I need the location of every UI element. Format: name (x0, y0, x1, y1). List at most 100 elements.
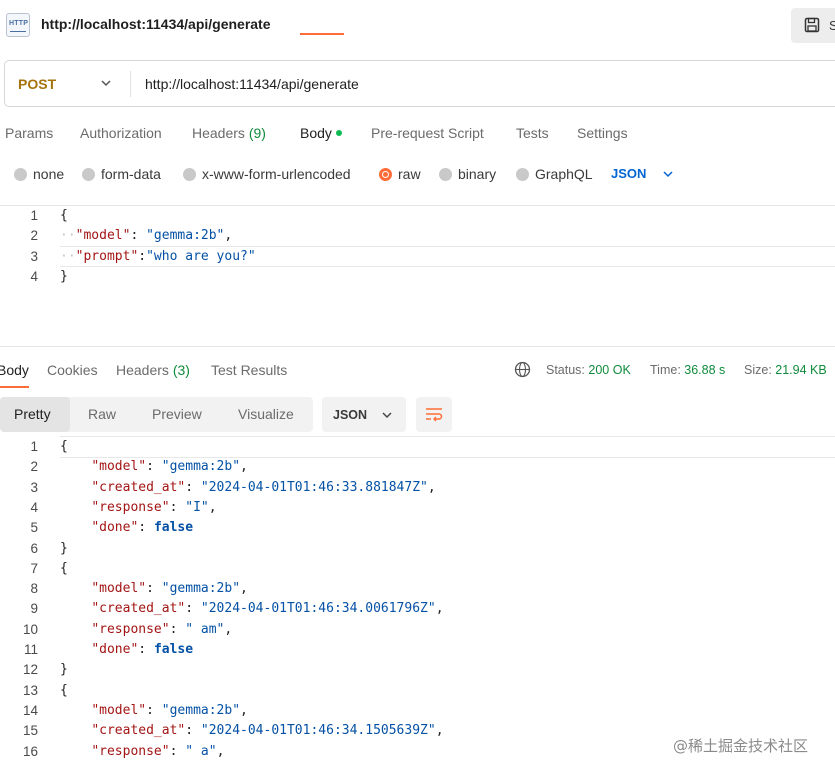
response-tab-test-results[interactable]: Test Results (211, 362, 287, 378)
http-icon-text: HTTP (9, 20, 29, 27)
wrap-lines-button[interactable] (416, 397, 452, 432)
view-raw[interactable]: Raw (88, 406, 116, 422)
code-line: "model": "gemma:2b", (91, 459, 248, 474)
radio-none[interactable]: none (14, 166, 65, 182)
code-line: { (60, 683, 68, 698)
line-number: 8 (30, 581, 38, 596)
radio-graphql[interactable]: GraphQL (516, 166, 593, 182)
pane-divider[interactable] (0, 346, 835, 347)
code-line: } (60, 269, 68, 284)
globe-icon[interactable] (514, 361, 531, 378)
response-format-label: JSON (333, 408, 368, 422)
code-line: "model": "gemma:2b", (91, 581, 248, 596)
response-format-select[interactable]: JSON (322, 397, 406, 432)
status-value: 200 OK (588, 363, 631, 377)
request-url-bar: POST http://localhost:11434/api/generate (4, 60, 835, 107)
response-size[interactable]: Size: 21.94 KB (744, 363, 827, 377)
line-number: 1 (30, 439, 38, 454)
code-line: "response": " a", (91, 744, 225, 759)
code-line: } (60, 662, 68, 677)
divider (0, 205, 835, 206)
radio-circle-icon (516, 168, 529, 181)
radio-raw[interactable]: raw (379, 166, 421, 182)
chevron-down-icon[interactable] (100, 78, 112, 88)
http-file-icon: HTTP (6, 13, 30, 37)
watermark: @稀土掘金技术社区 (673, 737, 809, 755)
line-number: 16 (22, 744, 38, 759)
response-tab-headers[interactable]: Headers (3) (116, 362, 190, 378)
tab-headers-count: (9) (248, 125, 266, 141)
response-time[interactable]: Time: 36.88 s (650, 363, 725, 377)
line-number: 14 (22, 703, 38, 718)
line-number: 3 (30, 249, 38, 264)
size-value: 21.94 KB (775, 363, 827, 377)
radio-binary[interactable]: binary (439, 166, 496, 182)
radio-urlencoded-label: x-www-form-urlencoded (202, 166, 351, 182)
radio-x-www-form-urlencoded[interactable]: x-www-form-urlencoded (183, 166, 351, 182)
radio-circle-icon (439, 168, 452, 181)
body-type-radios: none form-data x-www-form-urlencoded raw… (0, 160, 835, 188)
save-label: S (829, 18, 835, 33)
chevron-down-icon[interactable] (662, 169, 674, 179)
tab-bar: HTTP http://localhost:11434/api/generate… (0, 0, 835, 50)
response-tab-body[interactable]: Body (0, 362, 29, 378)
response-tab-headers-label: Headers (116, 362, 169, 378)
chevron-down-icon (382, 412, 392, 419)
tab-params[interactable]: Params (5, 125, 53, 141)
line-number: 2 (30, 228, 38, 243)
code-line: { (60, 439, 68, 454)
code-line: ··"model": "gemma:2b", (60, 228, 233, 243)
method-select[interactable]: POST (18, 76, 56, 92)
code-line: ··"prompt":"who are you?" (60, 249, 256, 264)
tab-pre-request-script[interactable]: Pre-request Script (371, 125, 484, 141)
time-label: Time: (650, 363, 681, 377)
body-format-select[interactable]: JSON (611, 166, 646, 181)
line-number: 7 (30, 561, 38, 576)
line-number: 10 (22, 622, 38, 637)
current-line-highlight (60, 436, 835, 458)
radio-none-label: none (33, 166, 65, 182)
code-line: { (60, 561, 68, 576)
tab-authorization[interactable]: Authorization (80, 125, 162, 141)
tab-headers[interactable]: Headers (9) (192, 125, 266, 141)
radio-selected-icon (379, 168, 392, 181)
code-line: "created_at": "2024-04-01T01:46:34.15056… (91, 723, 444, 738)
line-number: 1 (30, 208, 38, 223)
view-pretty[interactable]: Pretty (14, 406, 51, 422)
time-value: 36.88 s (684, 363, 726, 377)
view-visualize[interactable]: Visualize (238, 406, 294, 422)
line-number: 5 (30, 520, 38, 535)
line-number: 3 (30, 480, 38, 495)
code-line: "created_at": "2024-04-01T01:46:34.00617… (91, 601, 444, 616)
active-tab-indicator (0, 386, 29, 388)
tab-settings[interactable]: Settings (577, 125, 628, 141)
tab-tests[interactable]: Tests (516, 125, 549, 141)
code-line: "created_at": "2024-04-01T01:46:33.88184… (91, 480, 436, 495)
request-tabs: Params Authorization Headers (9) Body Pr… (0, 115, 835, 151)
code-line: "done": false (91, 642, 194, 657)
line-number: 13 (22, 683, 38, 698)
url-divider (130, 71, 131, 97)
radio-graphql-label: GraphQL (535, 166, 593, 182)
code-line: "model": "gemma:2b", (91, 703, 248, 718)
active-tab-indicator (300, 33, 344, 35)
response-tab-cookies[interactable]: Cookies (47, 362, 98, 378)
modified-dot-icon (335, 130, 342, 136)
line-number: 6 (30, 541, 38, 556)
radio-circle-icon (14, 168, 27, 181)
code-line: } (60, 541, 68, 556)
radio-form-data-label: form-data (101, 166, 161, 182)
line-number: 2 (30, 459, 38, 474)
line-number: 4 (30, 269, 38, 284)
url-input[interactable]: http://localhost:11434/api/generate (145, 76, 359, 92)
size-label: Size: (744, 363, 772, 377)
radio-form-data[interactable]: form-data (82, 166, 161, 182)
line-number: 4 (30, 500, 38, 515)
response-status[interactable]: Status: 200 OK (546, 363, 631, 377)
view-preview[interactable]: Preview (152, 406, 202, 422)
save-button[interactable]: S (791, 8, 835, 43)
tab-body[interactable]: Body (300, 125, 342, 141)
line-number: 15 (22, 723, 38, 738)
line-number: 11 (23, 642, 38, 657)
request-tab-title[interactable]: http://localhost:11434/api/generate (41, 16, 271, 32)
